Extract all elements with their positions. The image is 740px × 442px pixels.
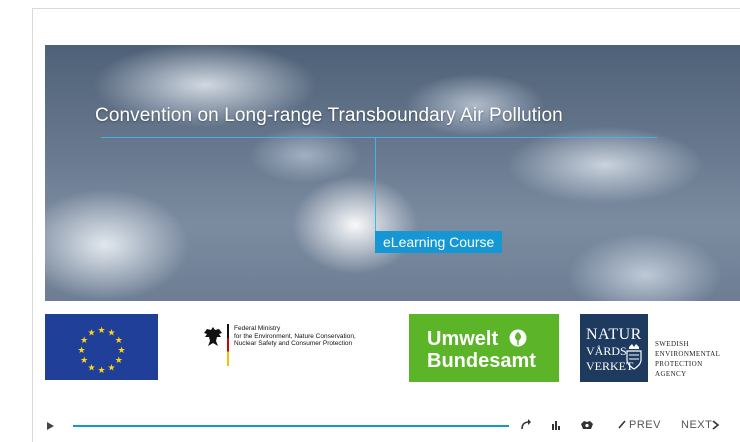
progress-bar[interactable] xyxy=(73,425,509,427)
eu-flag-icon: ★ ★ ★ ★ ★ ★ ★ ★ ★ ★ ★ ★ xyxy=(77,326,125,376)
crest-icon xyxy=(626,344,642,370)
svg-text:★: ★ xyxy=(117,346,125,356)
player-controls: PREV NEXT xyxy=(33,411,740,442)
connector-line xyxy=(375,137,376,231)
eu-flag-logo: ★ ★ ★ ★ ★ ★ ★ ★ ★ ★ ★ ★ xyxy=(45,314,158,380)
svg-text:★: ★ xyxy=(107,363,115,373)
svg-text:★: ★ xyxy=(97,326,105,336)
bmu-name: Federal Ministry for the Environment, Na… xyxy=(234,325,356,347)
title-underline xyxy=(101,137,657,138)
play-icon[interactable] xyxy=(47,422,54,430)
prev-button[interactable]: PREV xyxy=(629,419,661,431)
chevron-right-icon[interactable] xyxy=(711,420,721,430)
german-flag-bar xyxy=(227,324,229,366)
uba-line1: Umwelt xyxy=(427,328,499,350)
slide-frame: Convention on Long-range Transboundary A… xyxy=(32,8,740,442)
eagle-icon xyxy=(204,327,222,346)
replay-icon[interactable] xyxy=(519,418,533,432)
svg-text:★: ★ xyxy=(87,363,95,373)
svg-text:★: ★ xyxy=(80,356,88,366)
hero-banner: Convention on Long-range Transboundary A… xyxy=(45,45,740,301)
umweltbundesamt-logo: Umwelt Bundesamt xyxy=(409,314,559,382)
volume-icon[interactable] xyxy=(549,418,563,432)
svg-text:★: ★ xyxy=(115,336,123,346)
svg-text:★: ★ xyxy=(115,356,123,366)
svg-text:★: ★ xyxy=(97,366,105,376)
naturvardsverket-english-name: SWEDISH ENVIRONMENTAL PROTECTION AGENCY xyxy=(655,340,721,378)
chevron-left-icon[interactable] xyxy=(617,420,627,430)
uba-line2: Bundesamt xyxy=(427,350,536,372)
course-title: Convention on Long-range Transboundary A… xyxy=(95,105,563,126)
bmu-logo: Federal Ministry for the Environment, Na… xyxy=(203,324,393,374)
naturvardsverket-logo: NATUR VÅRDS VERKET xyxy=(580,314,648,382)
next-button[interactable]: NEXT xyxy=(681,419,712,431)
svg-text:★: ★ xyxy=(87,329,95,339)
svg-text:★: ★ xyxy=(77,346,85,356)
settings-icon[interactable] xyxy=(579,418,595,432)
leaf-icon xyxy=(509,329,527,347)
course-badge: eLearning Course xyxy=(375,231,503,253)
